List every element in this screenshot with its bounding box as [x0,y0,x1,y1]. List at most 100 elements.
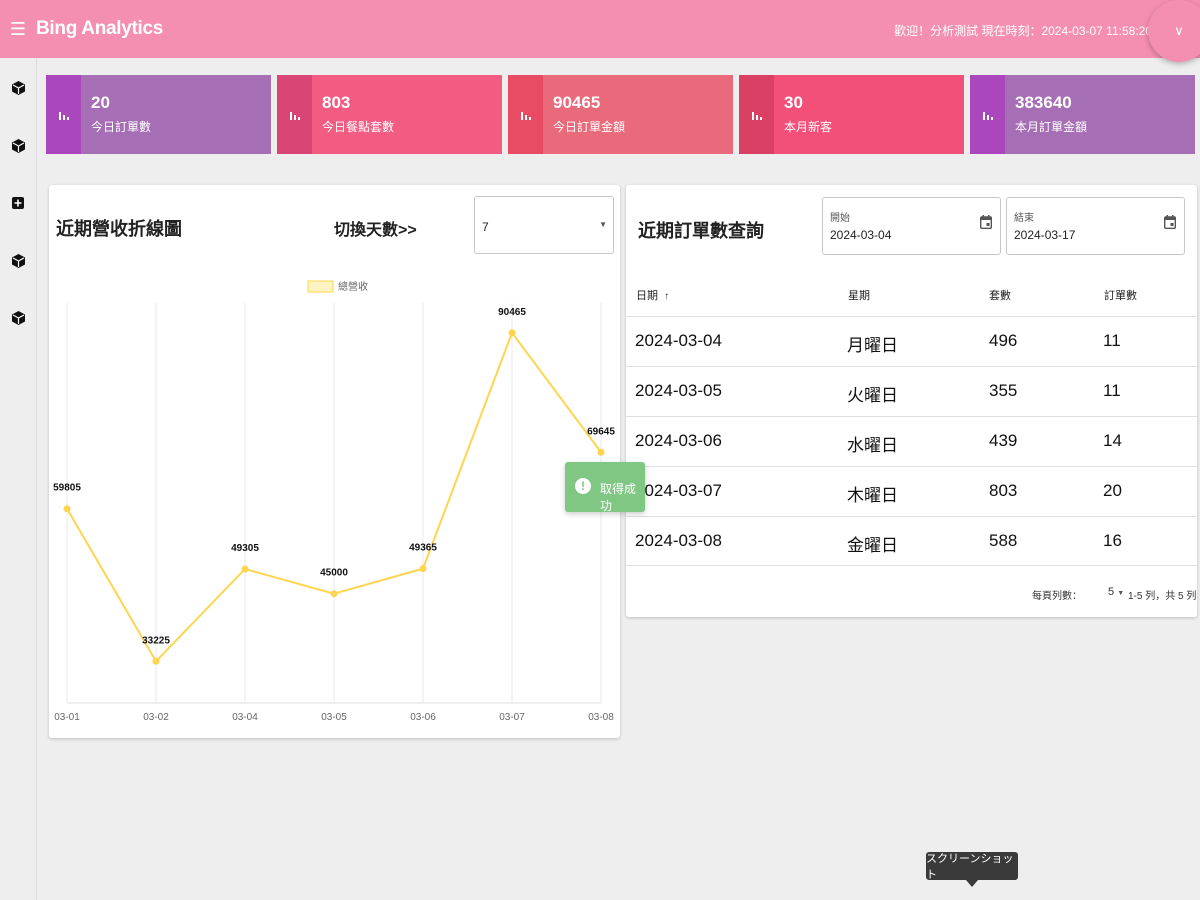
stat-card-today-amount: 90465 今日訂單金額 [508,75,733,154]
legend-swatch [307,280,334,293]
column-header-weekday[interactable]: 星期 [848,287,870,303]
legend-label: 總營收 [338,280,368,293]
stat-label: 今日訂單數 [91,120,152,134]
cell-orders: 20 [1103,481,1122,500]
account-dropdown-button[interactable]: ∨ [1148,0,1200,62]
cube-icon[interactable] [10,80,26,96]
calendar-icon[interactable] [979,215,993,234]
cell-date: 2024-03-07 [635,481,722,500]
data-point [330,590,338,598]
calendar-icon[interactable] [1163,215,1177,234]
caret-down-icon: ▼ [1117,590,1125,597]
data-point [419,565,427,573]
cell-sets: 496 [989,331,1018,350]
cube-icon[interactable] [10,310,26,326]
stat-label: 本月新客 [784,120,833,134]
success-toast[interactable]: ! 取得成功 [565,462,645,513]
screenshot-tooltip: スクリーンショット [926,852,1018,881]
cell-sets: 588 [989,531,1018,550]
cell-weekday: 金曜日 [847,536,898,555]
cell-weekday: 火曜日 [847,386,898,405]
arrow-up-icon: ↑ [664,291,670,302]
end-date-value: 2024-03-17 [1014,228,1076,242]
app-title: Bing Analytics [36,18,164,39]
bar-chart-icon [277,75,312,154]
chevron-down-icon: ∨ [1174,23,1184,38]
column-header-sets[interactable]: 套數 [989,287,1011,303]
stat-card-today-orders: 20 今日訂單數 [46,75,271,154]
tooltip-text: スクリーンショット [926,853,1014,881]
revenue-chart-panel: 近期營收折線圖 切換天數>> 7 ▼ 總營收 59805 33225 49305 45… [49,185,620,738]
top-app-bar: ☰ Bing Analytics 歡迎！分析測試 現在時刻：2024-03-07… [0,0,1200,62]
cube-icon[interactable] [10,253,26,269]
cell-date: 2024-03-05 [635,381,722,400]
data-point [241,565,249,573]
data-point [152,657,160,665]
orders-panel-title: 近期訂單數查詢 [638,221,764,241]
cell-weekday: 木曜日 [847,486,898,505]
stat-value: 30 [784,93,803,112]
hamburger-icon[interactable]: ☰ [0,19,36,40]
bar-chart-icon [508,75,543,154]
data-label: 33225 [142,635,170,646]
welcome-text: 歡迎！分析測試 現在時刻：2024-03-07 11:58:20 [894,24,1152,38]
bar-chart-icon [970,75,1005,154]
rows-per-page-label: 每頁列數： [1032,591,1082,602]
plus-box-icon[interactable] [10,195,26,211]
end-date-label: 結束 [1014,213,1034,224]
cell-date: 2024-03-08 [635,531,722,550]
stat-label: 今日餐點套數 [322,120,395,134]
cell-sets: 355 [989,381,1018,400]
toast-message: 取得成功 [600,482,637,513]
data-label: 49365 [409,543,437,554]
x-tick-label: 03-07 [499,712,525,723]
sidebar [0,58,37,900]
x-tick-label: 03-04 [232,712,258,723]
start-date-label: 開始 [830,213,850,224]
cube-icon[interactable] [10,138,26,154]
x-tick-label: 03-05 [321,712,347,723]
start-date-value: 2024-03-04 [830,228,892,242]
x-tick-label: 03-08 [588,712,614,723]
data-label: 90465 [498,307,526,318]
data-label: 69645 [587,426,615,437]
table-row: 2024-03-06 水曜日 439 14 [626,416,1198,466]
cell-orders: 11 [1103,331,1121,350]
data-point [508,329,516,337]
stat-label: 今日訂單金額 [553,120,626,134]
tooltip-arrow [966,880,978,887]
x-tick-label: 03-06 [410,712,436,723]
cell-orders: 14 [1103,431,1122,450]
rows-per-page-value: 5 [1108,586,1115,598]
cell-weekday: 水曜日 [847,436,898,455]
column-header-label: 日期 [636,290,658,302]
cell-orders: 11 [1103,381,1121,400]
revenue-line-chart: 總營收 59805332254930545000493659046569645 … [53,280,615,723]
pagination-range: 1-5 列，共 5 列 [1128,591,1197,602]
table-row: 2024-03-04 月曜日 496 11 [626,316,1198,366]
x-tick-label: 03-01 [54,712,80,723]
data-point [597,448,605,456]
bar-chart-icon [739,75,774,154]
column-header-date[interactable]: 日期 ↑ [636,287,669,303]
x-tick-label: 03-02 [143,712,169,723]
start-date-field[interactable]: 開始 2024-03-04 [822,197,1001,255]
data-label: 59805 [53,483,81,494]
stat-card-today-sets: 803 今日餐點套數 [277,75,502,154]
stat-value: 803 [322,93,351,112]
cell-weekday: 月曜日 [847,336,898,355]
table-row: 2024-03-05 火曜日 355 11 [626,366,1198,416]
stat-label: 本月訂單金額 [1015,120,1088,134]
cell-orders: 16 [1103,531,1122,550]
stat-value: 90465 [553,93,601,112]
alert-icon: ! [575,478,591,494]
table-row: 2024-03-07 木曜日 803 20 [626,466,1198,516]
orders-query-panel: 近期訂單數查詢 開始 2024-03-04 結束 2024-03-17 日期 ↑… [626,185,1198,617]
end-date-field[interactable]: 結束 2024-03-17 [1006,197,1185,255]
rows-per-page-select[interactable]: 5 ▼ [1108,586,1124,598]
data-point [63,505,71,513]
cell-date: 2024-03-04 [635,331,722,350]
stat-value: 383640 [1015,93,1072,112]
column-header-orders[interactable]: 訂單數 [1104,287,1137,303]
cell-date: 2024-03-06 [635,431,722,450]
